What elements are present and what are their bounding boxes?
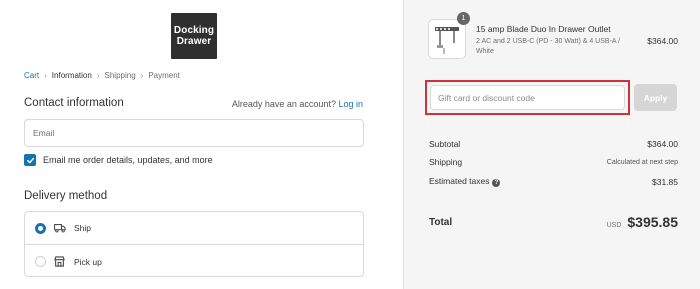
product-variant: 2 AC and 2 USB-C (PD - 30 Watt) & 4 USB-… [476, 38, 621, 55]
breadcrumb: Cart › Information › Shipping › Payment [24, 71, 180, 80]
taxes-value: $31.85 [652, 176, 678, 187]
store-icon [54, 256, 66, 268]
contact-title: Contact information [24, 97, 124, 109]
total-row: Total USD $395.85 [429, 214, 678, 230]
delivery-option-ship[interactable]: Ship [25, 212, 363, 245]
total-value: USD $395.85 [607, 214, 678, 230]
chevron-right-icon: › [140, 71, 144, 80]
breadcrumb-information: Information [51, 71, 92, 80]
logo-line-2: Drawer [176, 36, 212, 47]
login-prompt: Already have an account? Log in [232, 99, 363, 109]
newsletter-label: Email me order details, updates, and mor… [43, 155, 213, 165]
shipping-value: Calculated at next step [606, 158, 678, 166]
taxes-label-wrap: Estimated taxes? [429, 176, 501, 187]
breadcrumb-shipping: Shipping [104, 71, 136, 80]
checkout-main: Docking Drawer Cart › Information › Ship… [0, 0, 403, 289]
total-amount: $395.85 [627, 214, 678, 230]
check-icon [26, 157, 34, 163]
total-label: Total [429, 216, 453, 228]
subtotal-label: Subtotal [429, 139, 461, 149]
product-thumbnail [428, 19, 466, 59]
shipping-row: Shipping Calculated at next step [429, 157, 678, 167]
account-prompt-text: Already have an account? [231, 99, 336, 109]
pickup-label: Pick up [74, 256, 102, 267]
email-field[interactable] [24, 119, 364, 147]
store-logo[interactable]: Docking Drawer [171, 13, 217, 59]
discount-highlight [425, 80, 630, 115]
shipping-label: Shipping [429, 157, 463, 167]
taxes-label: Estimated taxes [429, 176, 490, 186]
subtotal-row: Subtotal $364.00 [429, 139, 678, 149]
help-icon[interactable]: ? [492, 179, 501, 187]
product-title: 15 amp Blade Duo In Drawer Outlet [476, 24, 611, 34]
chevron-right-icon: › [96, 71, 100, 80]
taxes-row: Estimated taxes? $31.85 [429, 176, 678, 187]
currency-code: USD [606, 222, 622, 229]
breadcrumb-cart[interactable]: Cart [24, 71, 39, 80]
newsletter-checkbox-row[interactable]: Email me order details, updates, and mor… [24, 154, 213, 166]
breadcrumb-payment: Payment [148, 71, 180, 80]
ship-label: Ship [74, 223, 92, 233]
delivery-options: Ship Pick up [24, 211, 364, 277]
quantity-badge: 1 [457, 12, 470, 25]
newsletter-checkbox[interactable] [24, 154, 36, 166]
delivery-option-pickup[interactable]: Pick up [25, 245, 363, 278]
subtotal-value: $364.00 [647, 139, 678, 149]
truck-icon [54, 222, 66, 234]
login-link[interactable]: Log in [338, 99, 363, 109]
delivery-title: Delivery method [24, 190, 108, 202]
chevron-right-icon: › [44, 71, 47, 80]
pickup-radio[interactable] [35, 256, 46, 267]
outlet-image [435, 27, 459, 54]
ship-radio[interactable] [35, 222, 46, 234]
product-price: $364.00 [647, 36, 678, 46]
apply-discount-button[interactable]: Apply [634, 84, 677, 111]
logo-line-1: Docking [173, 25, 215, 36]
discount-code-input[interactable] [430, 85, 625, 110]
